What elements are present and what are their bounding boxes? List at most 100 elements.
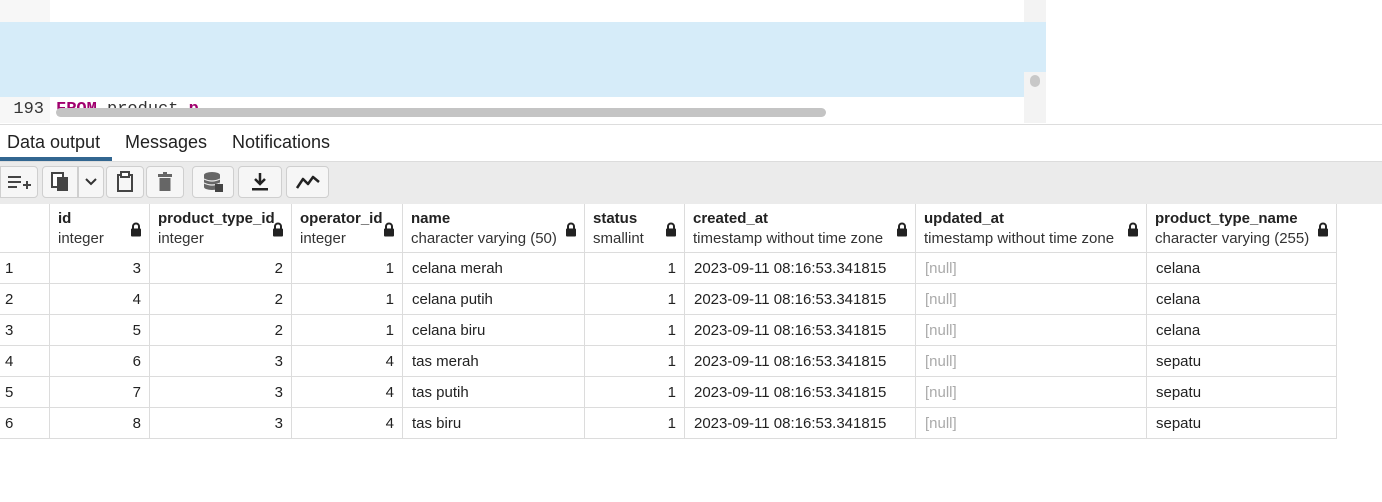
table-cell[interactable]: [null] xyxy=(916,284,1147,315)
download-icon xyxy=(252,173,268,191)
table-cell[interactable]: [null] xyxy=(916,315,1147,346)
download-button[interactable] xyxy=(238,166,282,198)
code-line[interactable]: 191 SELECT p.*, pt.name AS product_type_… xyxy=(0,22,1046,94)
table-cell[interactable]: [null] xyxy=(916,253,1147,284)
copy-button[interactable] xyxy=(42,166,78,198)
table-cell[interactable]: [null] xyxy=(916,408,1147,439)
table-cell[interactable]: 2023-09-11 08:16:53.341815 xyxy=(685,408,916,439)
tab-notifications[interactable]: Notifications xyxy=(232,132,330,153)
column-header-product-type-id[interactable]: product_type_id integer xyxy=(150,204,292,253)
table-cell[interactable]: tas merah xyxy=(403,346,585,377)
row-number[interactable]: 4 xyxy=(0,346,50,377)
table-cell[interactable]: tas biru xyxy=(403,408,585,439)
table-cell[interactable]: 4 xyxy=(292,346,403,377)
lock-icon-wrapper xyxy=(272,222,284,242)
table-cell[interactable]: 1 xyxy=(585,408,685,439)
table-cell[interactable]: sepatu xyxy=(1147,346,1337,377)
column-header-name[interactable]: name character varying (50) xyxy=(403,204,585,253)
column-header-operator-id[interactable]: operator_id integer xyxy=(292,204,403,253)
column-name: name xyxy=(411,210,451,227)
table-cell[interactable]: 8 xyxy=(50,408,150,439)
table-cell[interactable]: 2023-09-11 08:16:53.341815 xyxy=(685,377,916,408)
row-number[interactable]: 2 xyxy=(0,284,50,315)
table-cell[interactable]: 1 xyxy=(585,377,685,408)
table-cell[interactable]: 7 xyxy=(50,377,150,408)
table-cell[interactable]: 4 xyxy=(292,408,403,439)
column-header-created-at[interactable]: created_at timestamp without time zone xyxy=(685,204,916,253)
column-header-status[interactable]: status smallint xyxy=(585,204,685,253)
tab-messages[interactable]: Messages xyxy=(125,132,207,153)
tab-data-output[interactable]: Data output xyxy=(7,132,100,153)
code-line[interactable]: 192 FROM product p xyxy=(0,47,1046,119)
table-cell[interactable]: 2 xyxy=(150,253,292,284)
sql-editor[interactable]: 190 -- 4. Tampilkan semua field table pr… xyxy=(0,0,1046,123)
row-number[interactable]: 3 xyxy=(0,315,50,346)
row-number[interactable]: 6 xyxy=(0,408,50,439)
table-cell[interactable]: 1 xyxy=(292,284,403,315)
editor-vertical-scroll-thumb[interactable] xyxy=(1030,75,1040,87)
table-cell[interactable]: 3 xyxy=(150,346,292,377)
table-cell[interactable]: 3 xyxy=(150,408,292,439)
table-cell[interactable]: 1 xyxy=(585,284,685,315)
table-cell[interactable]: [null] xyxy=(916,346,1147,377)
table-cell[interactable]: 3 xyxy=(50,253,150,284)
table-cell[interactable]: [null] xyxy=(916,377,1147,408)
data-output-toolbar xyxy=(0,162,1382,204)
table-cell[interactable]: 2023-09-11 08:16:53.341815 xyxy=(685,315,916,346)
line-number: 194 xyxy=(0,122,44,123)
table-cell[interactable]: sepatu xyxy=(1147,408,1337,439)
table-cell[interactable]: 5 xyxy=(50,315,150,346)
table-cell[interactable]: 4 xyxy=(292,377,403,408)
table-cell[interactable]: 4 xyxy=(50,284,150,315)
save-data-button[interactable] xyxy=(192,166,234,198)
table-cell[interactable]: celana xyxy=(1147,253,1337,284)
lock-icon-wrapper xyxy=(130,222,142,242)
lock-icon-wrapper xyxy=(896,222,908,242)
lock-icon-wrapper xyxy=(1127,222,1139,242)
table-cell[interactable]: celana xyxy=(1147,315,1337,346)
copy-options-dropdown[interactable] xyxy=(78,166,104,198)
table-cell[interactable]: 2 xyxy=(150,315,292,346)
lock-icon-wrapper xyxy=(565,222,577,242)
table-cell[interactable]: 2023-09-11 08:16:53.341815 xyxy=(685,284,916,315)
lock-icon xyxy=(273,222,283,237)
code-line[interactable]: 190 -- 4. Tampilkan semua field table pr… xyxy=(0,0,1046,69)
column-name: operator_id xyxy=(300,210,383,227)
column-name: created_at xyxy=(693,210,769,227)
delete-button[interactable] xyxy=(146,166,184,198)
table-cell[interactable]: 3 xyxy=(150,377,292,408)
column-name: product_type_id xyxy=(158,210,275,227)
add-row-button[interactable] xyxy=(0,166,38,198)
row-number[interactable]: 5 xyxy=(0,377,50,408)
table-cell[interactable]: 1 xyxy=(292,253,403,284)
lock-icon xyxy=(666,222,676,237)
table-cell[interactable]: 1 xyxy=(585,315,685,346)
table-cell[interactable]: 1 xyxy=(585,346,685,377)
copy-icon xyxy=(51,172,68,191)
table-cell[interactable]: 2023-09-11 08:16:53.341815 xyxy=(685,346,916,377)
result-tabs: Data output Messages Notifications xyxy=(0,124,1382,163)
column-header-id[interactable]: id integer xyxy=(50,204,150,253)
paste-button[interactable] xyxy=(106,166,144,198)
table-cell[interactable]: 6 xyxy=(50,346,150,377)
lock-icon xyxy=(897,222,907,237)
column-name: product_type_name xyxy=(1155,210,1298,227)
table-cell[interactable]: celana putih xyxy=(403,284,585,315)
column-header-updated-at[interactable]: updated_at timestamp without time zone xyxy=(916,204,1147,253)
table-cell[interactable]: 2 xyxy=(150,284,292,315)
row-number[interactable]: 1 xyxy=(0,253,50,284)
table-cell[interactable]: 2023-09-11 08:16:53.341815 xyxy=(685,253,916,284)
code-line[interactable]: 193 JOIN product_types pt ON p.product_t… xyxy=(0,72,1024,122)
table-cell[interactable]: sepatu xyxy=(1147,377,1337,408)
column-header-product-type-name[interactable]: product_type_name character varying (255) xyxy=(1147,204,1337,253)
graph-visualiser-button[interactable] xyxy=(286,166,329,198)
table-cell[interactable]: tas putih xyxy=(403,377,585,408)
table-cell[interactable]: celana biru xyxy=(403,315,585,346)
table-cell[interactable]: 1 xyxy=(292,315,403,346)
table-cell[interactable]: celana merah xyxy=(403,253,585,284)
table-cell[interactable]: celana xyxy=(1147,284,1337,315)
column-type: timestamp without time zone xyxy=(693,230,884,247)
row-number-header[interactable] xyxy=(0,204,50,253)
table-cell[interactable]: 1 xyxy=(585,253,685,284)
editor-horizontal-scroll-thumb[interactable] xyxy=(56,108,826,117)
